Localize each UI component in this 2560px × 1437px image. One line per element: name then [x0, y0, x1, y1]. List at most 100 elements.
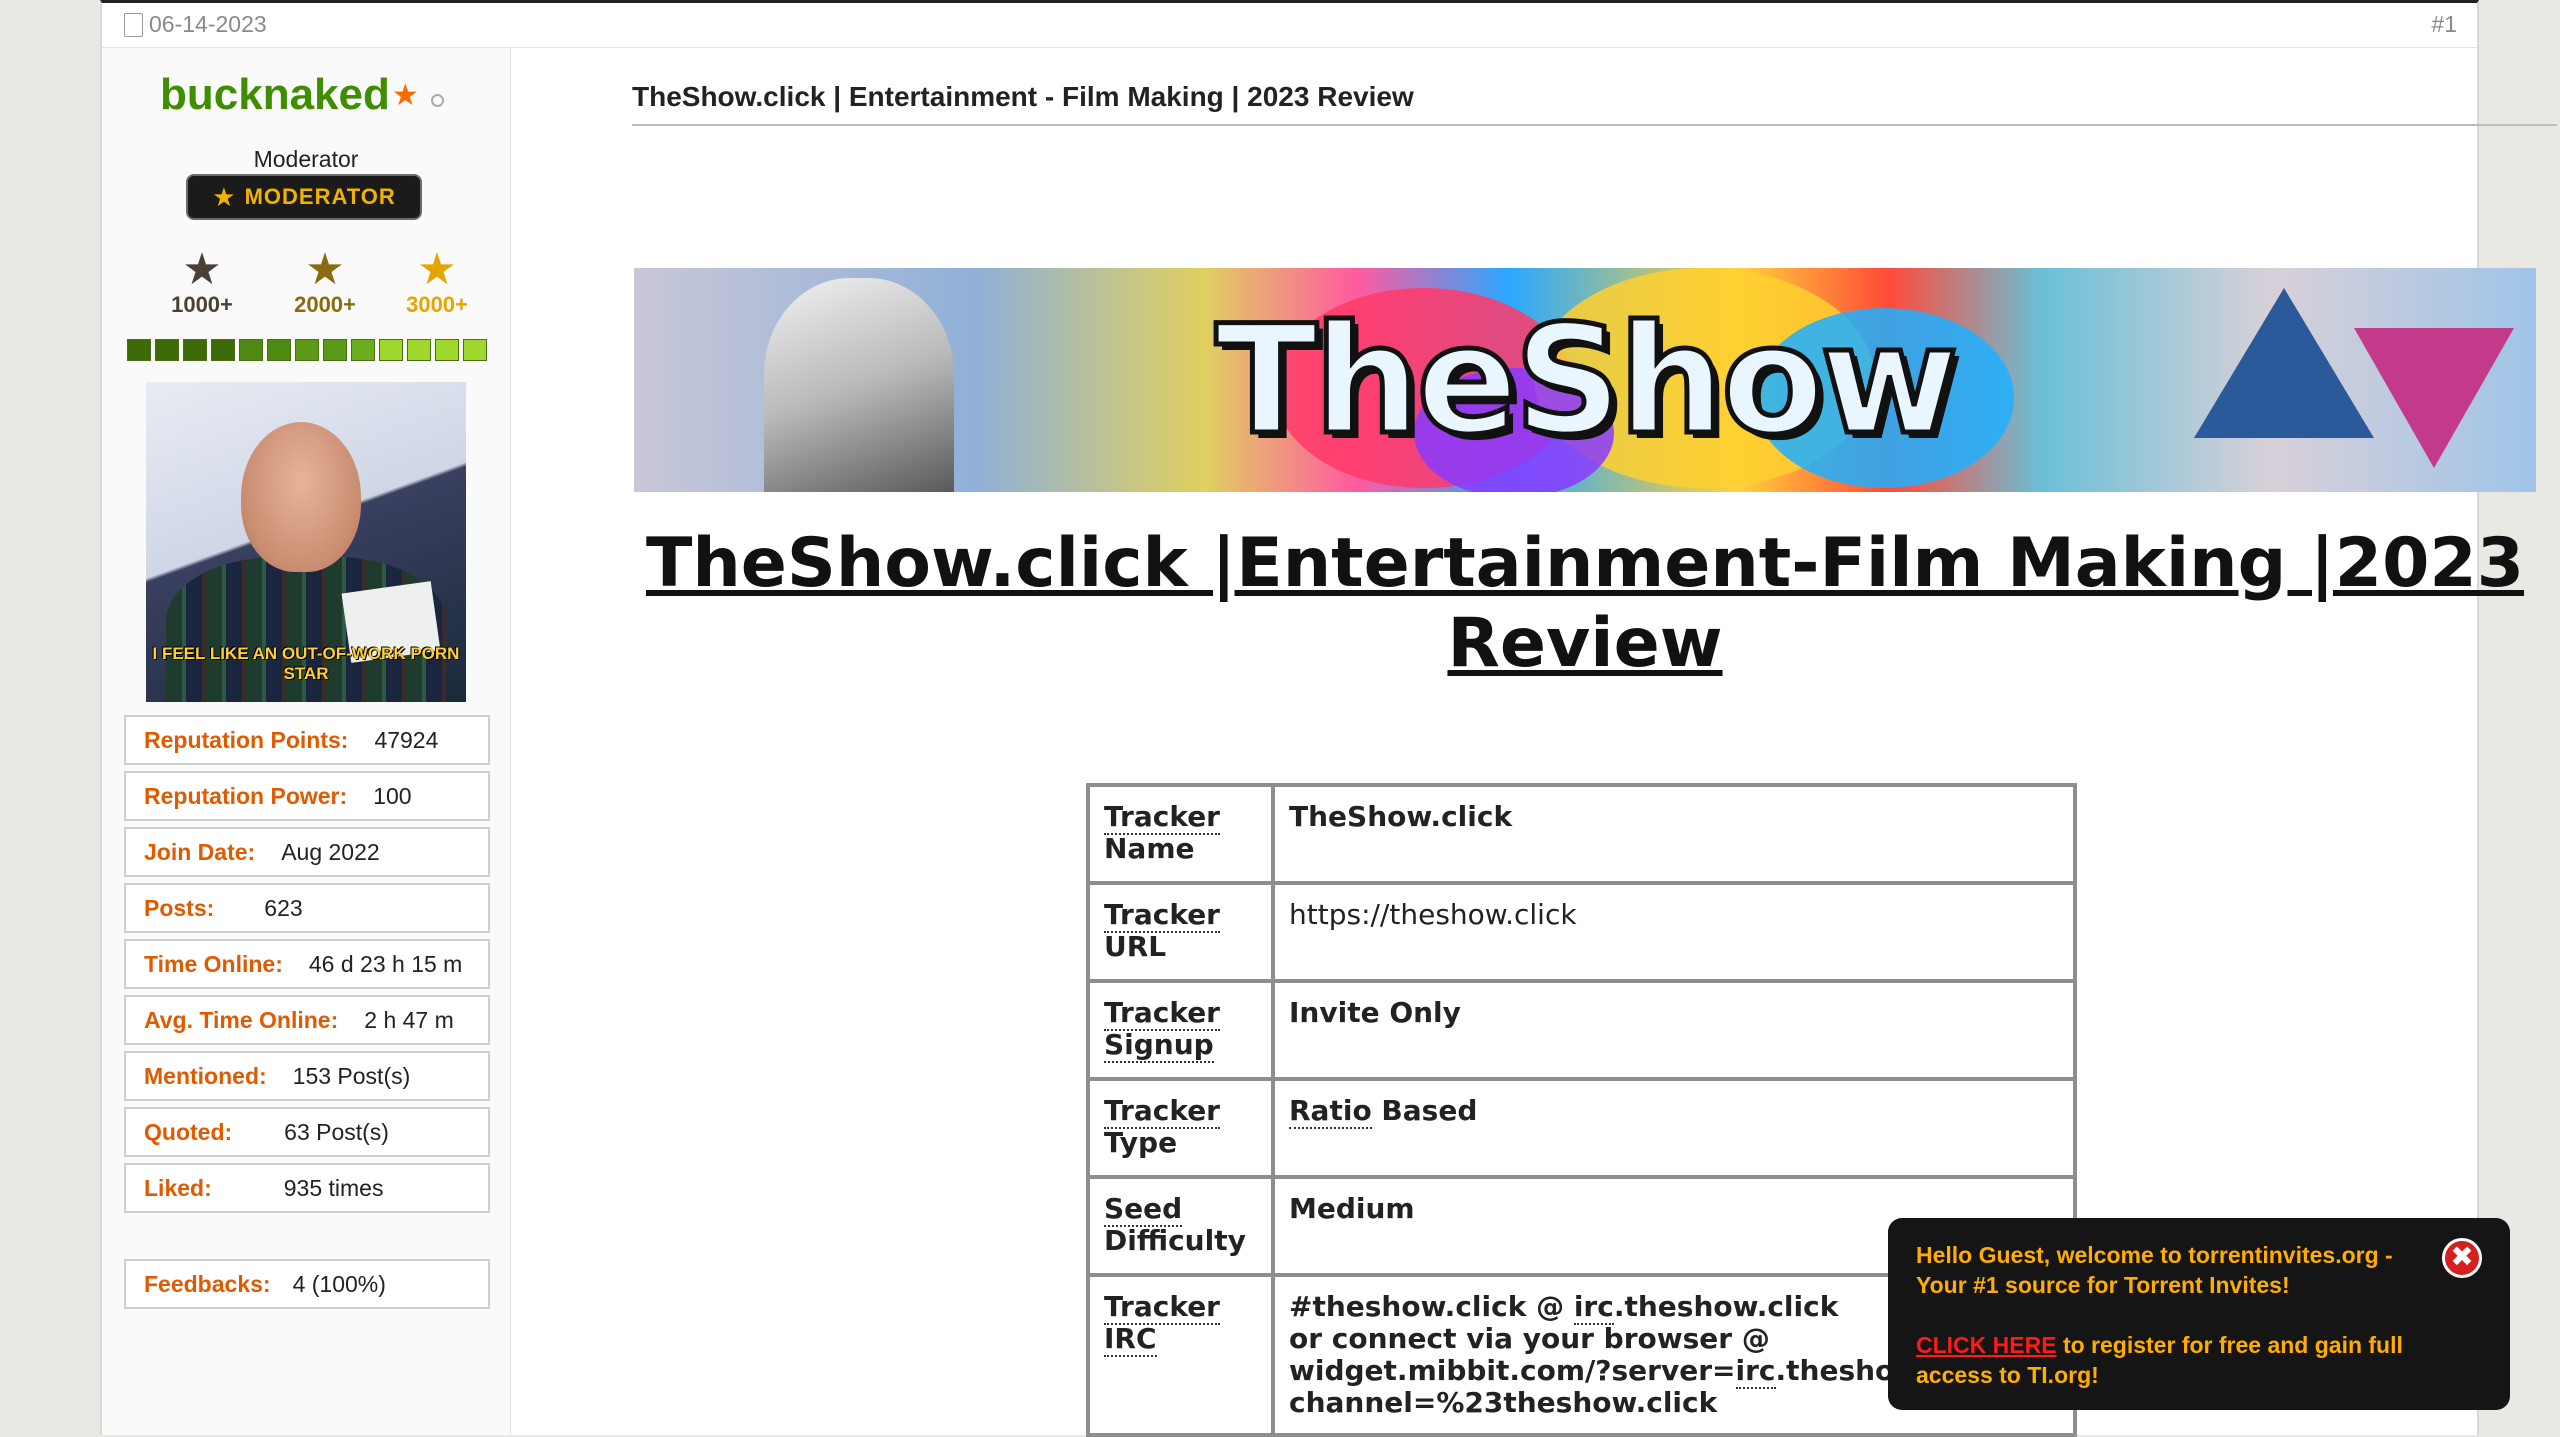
guest-welcome-text: Hello Guest, welcome to torrentinvites.o… — [1916, 1242, 2393, 1298]
glossary-link[interactable]: irc — [1573, 1290, 1614, 1325]
banner-logo-text: TheShow — [1213, 294, 1961, 469]
register-link[interactable]: CLICK HERE — [1916, 1332, 2057, 1358]
post-title: TheShow.click | Entertainment - Film Mak… — [632, 81, 1414, 112]
glossary-link[interactable]: irc — [1735, 1354, 1776, 1389]
user-avatar[interactable]: I FEEL LIKE AN OUT-OF-WORK PORN STAR — [146, 382, 466, 702]
close-icon[interactable]: ✖ — [2442, 1238, 2482, 1278]
rank-label: 3000+ — [406, 292, 468, 317]
reputation-segment — [155, 339, 179, 361]
glossary-link[interactable]: Signup — [1104, 1028, 1214, 1063]
row-label-text: Type — [1104, 1126, 1178, 1159]
irc-line-2: or connect via your browser @ — [1289, 1322, 1770, 1355]
post-date: 06-14-2023 — [124, 11, 267, 38]
table-row: Tracker URL https://theshow.click — [1086, 881, 2077, 983]
avatar-caption: I FEEL LIKE AN OUT-OF-WORK PORN STAR — [152, 644, 460, 683]
irc-line-1-rest: .theshow.click — [1613, 1290, 1839, 1323]
glossary-link[interactable]: Tracker — [1104, 800, 1220, 835]
stat-avg-time-online: Avg. Time Online: 2 h 47 m — [124, 995, 490, 1045]
rank-stars: ★ 1000+ ★ 2000+ ★ 3000+ — [152, 248, 492, 328]
reputation-segment — [463, 339, 487, 361]
stat-label: Mentioned: — [144, 1062, 267, 1089]
rank-3000: ★ 3000+ — [387, 248, 487, 318]
irc-line-1: #theshow.click @ — [1289, 1290, 1574, 1323]
rank-2000: ★ 2000+ — [275, 248, 375, 318]
glossary-link[interactable]: Ratio — [1289, 1094, 1372, 1129]
row-value-text: Based — [1371, 1094, 1478, 1127]
star-icon: ★ — [391, 78, 419, 112]
reputation-segment — [351, 339, 375, 361]
stat-label: Avg. Time Online: — [144, 1006, 339, 1033]
document-icon — [124, 12, 143, 37]
reputation-segment — [239, 339, 263, 361]
stat-label: Posts: — [144, 894, 215, 921]
stat-label: Join Date: — [144, 838, 256, 865]
stat-time-online: Time Online: 46 d 23 h 15 m — [124, 939, 490, 989]
post-number-link[interactable]: #1 — [2431, 11, 2457, 38]
irc-line-4: channel=%23theshow.click — [1289, 1386, 1718, 1419]
stat-reputation-points: Reputation Points: 47924 — [124, 715, 490, 765]
badge-star-icon: ★ — [212, 181, 237, 212]
stat-quoted[interactable]: Quoted: 63 Post(s) — [124, 1107, 490, 1157]
title-divider — [632, 124, 2557, 126]
post-date-text: 06-14-2023 — [149, 11, 267, 37]
row-label: Tracker Type — [1086, 1077, 1275, 1179]
rank-star-icon: ★ — [305, 245, 345, 294]
stat-mentioned[interactable]: Mentioned: 153 Post(s) — [124, 1051, 490, 1101]
stat-label: Reputation Points: — [144, 726, 349, 753]
post-header: 06-14-2023 #1 — [102, 3, 2477, 48]
row-label-text: Name — [1104, 832, 1195, 865]
stat-value[interactable]: 153 Post(s) — [293, 1063, 411, 1090]
username[interactable]: bucknaked — [160, 70, 390, 120]
glossary-link[interactable]: Tracker — [1104, 1094, 1220, 1129]
glossary-link[interactable]: Tracker — [1104, 996, 1220, 1031]
username-link[interactable]: bucknaked ★ — [160, 70, 444, 120]
stat-label: Feedbacks: — [144, 1270, 271, 1297]
glossary-link[interactable]: Tracker — [1104, 898, 1220, 933]
reputation-segment — [379, 339, 403, 361]
stat-value: 46 d 23 h 15 m — [308, 950, 463, 977]
guest-cta-line: CLICK HERE to register for free and gain… — [1916, 1330, 2482, 1390]
stat-feedbacks[interactable]: Feedbacks: 4 (100%) — [124, 1259, 490, 1309]
stat-reputation-power: Reputation Power: 100 — [124, 771, 490, 821]
reputation-segment — [267, 339, 291, 361]
table-row: Tracker Signup Invite Only — [1086, 979, 2077, 1081]
irc-line-3: widget.mibbit.com/?server= — [1289, 1354, 1736, 1387]
moderator-badge-label: MODERATOR — [244, 184, 396, 209]
stat-liked: Liked: 935 times — [124, 1163, 490, 1213]
glossary-link[interactable]: Seed — [1104, 1192, 1183, 1227]
reputation-segment — [295, 339, 319, 361]
row-label: Tracker Name — [1086, 783, 1275, 885]
table-row: Tracker Name TheShow.click — [1086, 783, 2077, 885]
row-label: Seed Difficulty — [1086, 1175, 1275, 1277]
stat-label: Time Online: — [144, 950, 283, 977]
reputation-segment — [435, 339, 459, 361]
stat-value: 100 — [373, 782, 412, 809]
stat-value: 935 times — [283, 1174, 384, 1201]
stat-value[interactable]: 63 Post(s) — [284, 1119, 389, 1146]
glossary-link[interactable]: IRC — [1104, 1322, 1157, 1357]
row-label: Tracker URL — [1086, 881, 1275, 983]
rank-1000: ★ 1000+ — [152, 248, 252, 318]
glossary-link[interactable]: Tracker — [1104, 1290, 1220, 1325]
stat-value: 623 — [264, 894, 303, 921]
stat-value[interactable]: 4 (100%) — [293, 1271, 386, 1298]
reputation-segment — [323, 339, 347, 361]
row-value: TheShow.click — [1271, 783, 2077, 885]
reputation-segment — [407, 339, 431, 361]
rank-label: 1000+ — [171, 292, 233, 317]
row-label-text: Difficulty — [1104, 1224, 1246, 1257]
rank-label: 2000+ — [294, 292, 356, 317]
stat-label: Reputation Power: — [144, 782, 348, 809]
tracker-banner-image: TheShow — [634, 268, 2536, 492]
row-value: https://theshow.click — [1271, 881, 2077, 983]
review-heading: TheShow.click |Entertainment-Film Making… — [645, 524, 2525, 683]
row-label: Tracker IRC — [1086, 1273, 1275, 1437]
rank-star-icon: ★ — [182, 245, 222, 294]
reputation-segment — [211, 339, 235, 361]
user-title: Moderator — [253, 146, 359, 172]
offline-status-icon — [430, 93, 444, 107]
reputation-segment — [183, 339, 207, 361]
row-label: Tracker Signup — [1086, 979, 1275, 1081]
reputation-bar — [127, 339, 491, 361]
row-label-text: URL — [1104, 930, 1167, 963]
